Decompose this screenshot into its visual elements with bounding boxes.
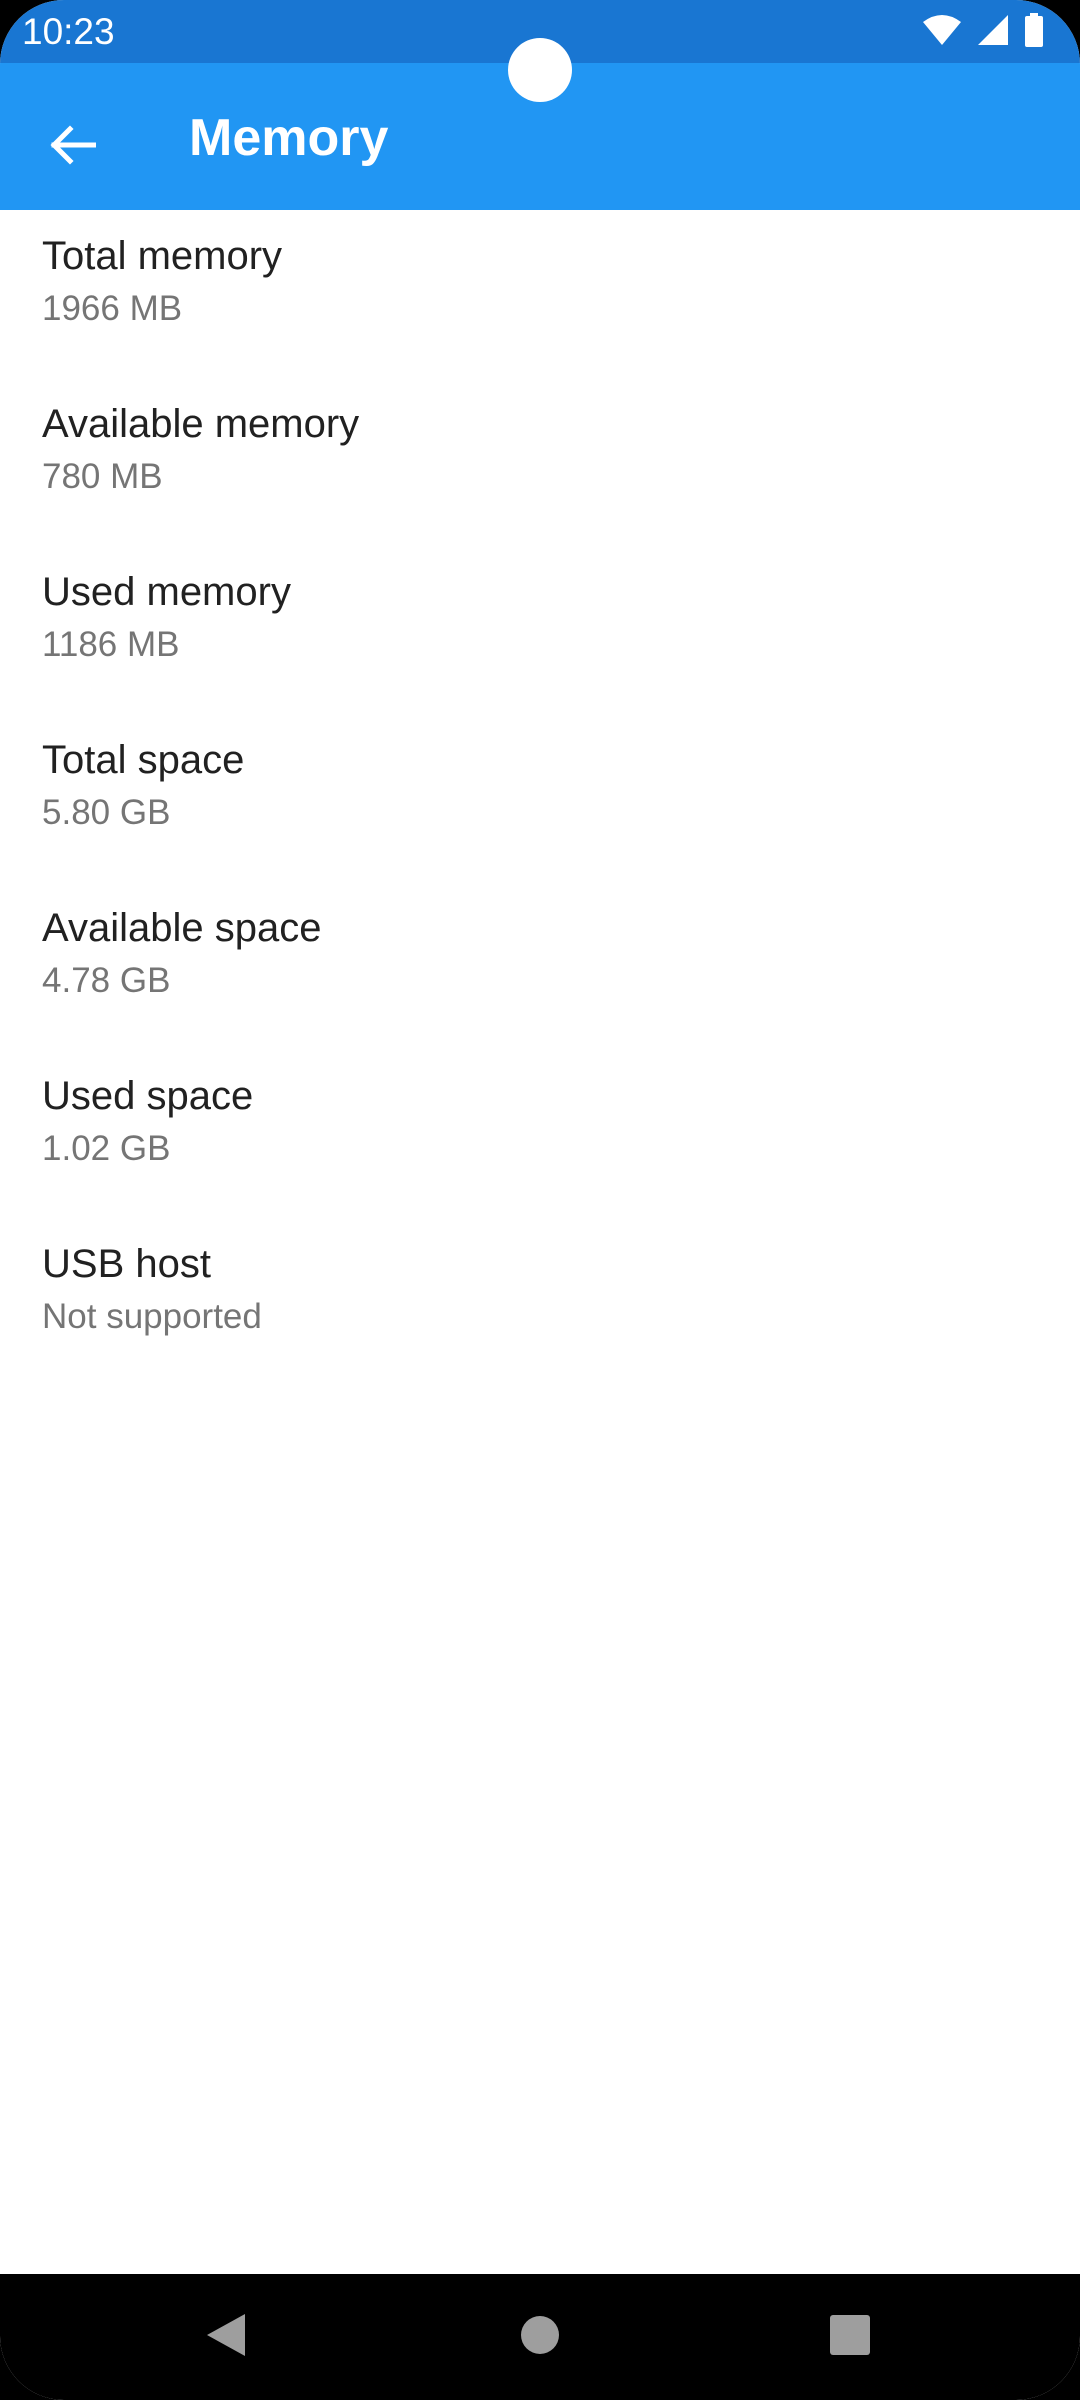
list-item-total-space[interactable]: Total space 5.80 GB bbox=[0, 714, 1080, 882]
back-button[interactable] bbox=[28, 102, 118, 192]
list-item-available-memory[interactable]: Available memory 780 MB bbox=[0, 378, 1080, 546]
nav-back-button[interactable] bbox=[156, 2274, 296, 2400]
status-time: 10:23 bbox=[22, 11, 115, 52]
list-item-available-space[interactable]: Available space 4.78 GB bbox=[0, 882, 1080, 1050]
page-title: Memory bbox=[189, 109, 389, 167]
item-value: 5.80 GB bbox=[42, 793, 171, 832]
wifi-icon bbox=[922, 14, 962, 46]
list-item-total-memory[interactable]: Total memory 1966 MB bbox=[0, 210, 1080, 378]
item-value: 1966 MB bbox=[42, 289, 183, 328]
list-item-used-memory[interactable]: Used memory 1186 MB bbox=[0, 546, 1080, 714]
item-value: Not supported bbox=[42, 1297, 262, 1336]
camera-cutout bbox=[508, 38, 572, 102]
item-value: 780 MB bbox=[42, 457, 163, 496]
item-label: Available memory bbox=[42, 402, 360, 446]
item-value: 4.78 GB bbox=[42, 961, 171, 1000]
cellular-signal-icon bbox=[976, 14, 1010, 46]
item-label: Available space bbox=[42, 906, 322, 950]
list-item-usb-host[interactable]: USB host Not supported bbox=[0, 1218, 1080, 1386]
item-label: USB host bbox=[42, 1242, 211, 1286]
arrow-back-icon bbox=[50, 124, 97, 170]
battery-icon bbox=[1024, 13, 1044, 47]
item-label: Total space bbox=[42, 738, 245, 782]
item-value: 1.02 GB bbox=[42, 1129, 171, 1168]
item-value: 1186 MB bbox=[42, 625, 180, 664]
memory-info-list: Total memory 1966 MB Available memory 78… bbox=[0, 210, 1080, 1386]
nav-home-icon bbox=[520, 2315, 560, 2360]
item-label: Used memory bbox=[42, 570, 291, 614]
nav-home-button[interactable] bbox=[470, 2274, 610, 2400]
item-label: Total memory bbox=[42, 234, 283, 278]
navigation-bar bbox=[0, 2274, 1080, 2400]
nav-recents-icon bbox=[829, 2314, 871, 2361]
nav-back-icon bbox=[205, 2312, 247, 2363]
nav-recents-button[interactable] bbox=[780, 2274, 920, 2400]
list-item-used-space[interactable]: Used space 1.02 GB bbox=[0, 1050, 1080, 1218]
status-icons bbox=[922, 12, 1044, 48]
screen: 10:23 Memory Total memory 1966 MB Availa… bbox=[0, 0, 1080, 2400]
item-label: Used space bbox=[42, 1074, 254, 1118]
